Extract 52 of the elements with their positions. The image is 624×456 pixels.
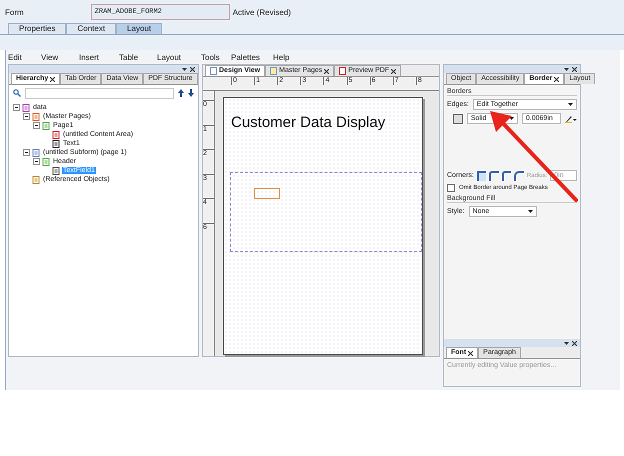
arrow-down-icon[interactable] <box>188 89 194 97</box>
pdf-icon <box>339 67 346 75</box>
search-icon[interactable] <box>13 89 21 97</box>
document-icon <box>52 130 60 138</box>
page-icon <box>210 67 217 75</box>
dropdown-caret-icon[interactable] <box>182 68 187 70</box>
document-icon <box>32 112 40 120</box>
menu-item[interactable]: View <box>41 53 79 62</box>
collapse-icon[interactable] <box>23 149 30 156</box>
text-object-icon <box>52 140 60 148</box>
close-icon[interactable] <box>572 340 577 346</box>
menu-item[interactable]: Palettes <box>231 53 273 62</box>
collapse-icon[interactable] <box>33 122 40 129</box>
document-icon <box>22 104 30 112</box>
references-icon <box>32 176 40 184</box>
document-icon <box>32 148 40 156</box>
menu-item[interactable]: Tools <box>201 53 231 62</box>
close-icon[interactable] <box>190 66 195 72</box>
checkbox[interactable] <box>447 184 455 192</box>
document-icon <box>42 158 50 166</box>
search-field[interactable] <box>25 88 174 98</box>
close-icon[interactable] <box>554 76 560 82</box>
collapse-icon[interactable] <box>13 104 20 111</box>
tab[interactable]: Context <box>66 23 116 34</box>
pen-color-icon[interactable] <box>565 114 577 122</box>
close-icon[interactable] <box>50 76 56 82</box>
form-status: Active (Revised) <box>232 8 291 16</box>
menu-item[interactable]: Insert <box>79 53 119 62</box>
arrow-up-icon[interactable] <box>178 89 184 97</box>
tab[interactable]: Layout <box>116 23 162 34</box>
dropdown-caret-icon[interactable] <box>528 210 533 213</box>
page-icon <box>270 67 278 75</box>
close-icon[interactable] <box>468 350 474 356</box>
document-icon <box>42 122 50 130</box>
close-icon[interactable] <box>391 68 396 74</box>
collapse-icon[interactable] <box>33 158 40 165</box>
form-label: Form <box>5 8 24 16</box>
dropdown-caret-icon[interactable] <box>564 342 569 344</box>
dropdown-caret-icon[interactable] <box>568 103 573 106</box>
menu-item[interactable]: Edit <box>8 53 41 62</box>
menu-item[interactable]: Table <box>119 53 157 62</box>
collapse-icon[interactable] <box>23 113 30 120</box>
close-icon[interactable] <box>324 68 330 74</box>
page-title: Customer Data Display <box>231 114 386 131</box>
text-field-object[interactable] <box>254 188 280 199</box>
menu-item[interactable]: Help <box>273 53 303 62</box>
menu-item[interactable]: Layout <box>157 53 201 62</box>
border-swatch[interactable] <box>453 114 463 124</box>
text-field-icon <box>52 166 60 174</box>
tab[interactable]: Properties <box>8 23 66 34</box>
close-icon[interactable] <box>572 66 577 72</box>
dropdown-caret-icon[interactable] <box>564 68 569 70</box>
